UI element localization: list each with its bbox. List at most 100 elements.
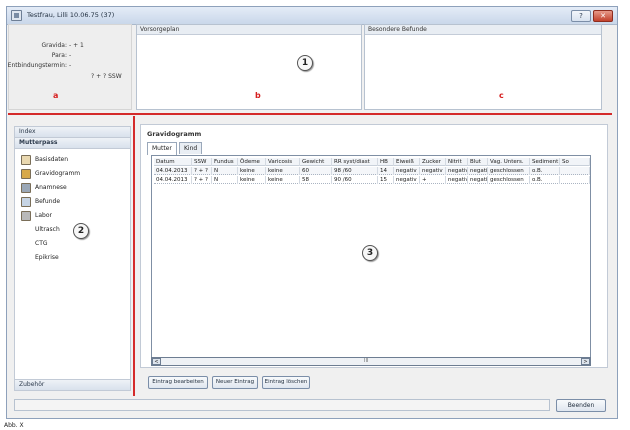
table-cell: negativ	[420, 167, 446, 175]
marker-1: 1	[297, 55, 313, 71]
table-cell: keine	[266, 176, 300, 184]
para-label: Para:	[51, 52, 67, 59]
edit-entry-button[interactable]: Eintrag bearbeiten	[148, 376, 208, 389]
column-header[interactable]: Ödeme	[238, 158, 266, 166]
delete-entry-button[interactable]: Eintrag löschen	[262, 376, 310, 389]
anamnese-icon	[21, 183, 31, 193]
table-cell: 15	[378, 176, 394, 184]
table-cell: negativ	[470, 167, 488, 175]
nav-item-label: Ultrasch	[35, 226, 60, 233]
table-cell: 98 /60	[332, 167, 378, 175]
table-cell: 60	[300, 167, 332, 175]
nav-item-epikrise[interactable]: Epikrise	[15, 252, 130, 264]
table-cell: o.B.	[530, 167, 560, 175]
table-cell: o.B.	[530, 176, 560, 184]
marker-3: 3	[362, 245, 378, 261]
column-header[interactable]: Fundus	[212, 158, 238, 166]
table-cell: ? + ?	[192, 176, 212, 184]
vorsorgeplan-header: Vorsorgeplan	[137, 25, 361, 35]
nav-item-labor[interactable]: Labor	[15, 210, 130, 222]
table-cell: negativ	[470, 176, 488, 184]
column-header[interactable]: Sediment	[530, 158, 560, 166]
close-button[interactable]: ✕	[593, 10, 613, 22]
separator-line-horizontal	[8, 113, 612, 115]
nav-item-label: Anamnese	[35, 184, 67, 191]
vorsorgeplan-pane[interactable]: Vorsorgeplan 1 b	[136, 24, 362, 110]
column-header[interactable]: So	[560, 158, 590, 166]
column-header[interactable]: Varicosis	[266, 158, 300, 166]
table-cell: 04.04.2013	[154, 176, 192, 184]
window-title: Testfrau, Lilli 10.06.75 (37)	[27, 11, 115, 19]
column-header[interactable]: Vag. Unters.	[488, 158, 530, 166]
table-cell: negativ	[394, 176, 420, 184]
column-header[interactable]: Zucker	[420, 158, 446, 166]
column-header[interactable]: HB	[378, 158, 394, 166]
besondere-befunde-header: Besondere Befunde	[365, 25, 601, 35]
para-value: -	[69, 52, 72, 59]
nav-mutterpass-header[interactable]: Mutterpass	[15, 138, 130, 149]
patient-info-panel: Gravida: - + 1 Para: - Entbindungstermin…	[8, 24, 132, 110]
gravida-value: - + 1	[69, 42, 84, 49]
column-header[interactable]: Blut	[468, 158, 488, 166]
scroll-thumb[interactable]: III	[364, 358, 368, 365]
nav-item-basisdaten[interactable]: Basisdaten	[15, 154, 130, 166]
table-row[interactable]: 04.04.2013 ? + ? N keine keine 58 90 /60…	[154, 176, 590, 184]
help-button[interactable]: ?	[571, 10, 591, 22]
gravidogramm-icon	[21, 169, 31, 179]
ssw-value: ? + ? SSW	[91, 73, 122, 80]
basisdaten-icon	[21, 155, 31, 165]
new-entry-button[interactable]: Neuer Eintrag	[212, 376, 258, 389]
marker-2: 2	[73, 223, 89, 239]
nav-item-label: Basisdaten	[35, 156, 69, 163]
entbindungstermin-value: -	[69, 62, 72, 69]
nav-item-ctg[interactable]: CTG	[15, 238, 130, 250]
nav-zubehoer-footer[interactable]: Zubehör	[15, 379, 130, 390]
title-bar: Testfrau, Lilli 10.06.75 (37) ? ✕	[7, 7, 617, 25]
nav-item-label: CTG	[35, 240, 48, 247]
table-cell: +	[420, 176, 446, 184]
table-cell: keine	[266, 167, 300, 175]
table-cell: 04.04.2013	[154, 167, 192, 175]
column-header[interactable]: Gewicht	[300, 158, 332, 166]
page-title: Gravidogramm	[147, 130, 202, 138]
status-bar	[14, 399, 550, 411]
column-header[interactable]: RR syst/diast	[332, 158, 378, 166]
table-cell: keine	[238, 176, 266, 184]
separator-line-vertical	[133, 116, 135, 396]
nav-item-anamnese[interactable]: Anamnese	[15, 182, 130, 194]
exit-button[interactable]: Beenden	[556, 399, 606, 412]
marker-b: b	[255, 91, 261, 100]
nav-item-label: Gravidogramm	[35, 170, 81, 177]
table-cell: keine	[238, 167, 266, 175]
befunde-icon	[21, 197, 31, 207]
nav-item-label: Epikrise	[35, 254, 59, 261]
column-header[interactable]: SSW	[192, 158, 212, 166]
tab-mutter[interactable]: Mutter	[147, 142, 177, 155]
scroll-right-icon[interactable]: >	[581, 358, 590, 365]
column-header[interactable]: Datum	[154, 158, 192, 166]
table-cell	[560, 176, 590, 184]
gravidogramm-table[interactable]: Datum SSW Fundus Ödeme Varicosis Gewicht…	[151, 155, 591, 365]
table-cell: negativ	[448, 167, 468, 175]
tab-kind[interactable]: Kind	[179, 142, 203, 154]
table-cell: negativ	[448, 176, 468, 184]
table-cell: 14	[378, 167, 394, 175]
marker-c: c	[499, 91, 504, 100]
nav-item-befunde[interactable]: Befunde	[15, 196, 130, 208]
app-icon	[11, 10, 22, 21]
gravida-label: Gravida:	[41, 42, 67, 49]
scroll-left-icon[interactable]: <	[152, 358, 161, 365]
column-header[interactable]: Nitrit	[446, 158, 468, 166]
table-cell	[560, 167, 590, 175]
nav-item-gravidogramm[interactable]: Gravidogramm	[15, 168, 130, 180]
nav-item-label: Labor	[35, 212, 52, 219]
column-header[interactable]: Eiweiß	[394, 158, 420, 166]
table-cell: N	[212, 167, 238, 175]
table-row[interactable]: 04.04.2013 ? + ? N keine keine 60 98 /60…	[154, 167, 590, 175]
horizontal-scrollbar[interactable]: < III >	[151, 357, 591, 366]
table-cell: 58	[300, 176, 332, 184]
figure-caption: Abb. X	[4, 422, 24, 429]
besondere-befunde-pane[interactable]: Besondere Befunde c	[364, 24, 602, 110]
table-cell: geschlossen	[488, 176, 530, 184]
nav-index-header[interactable]: Index	[15, 127, 130, 138]
